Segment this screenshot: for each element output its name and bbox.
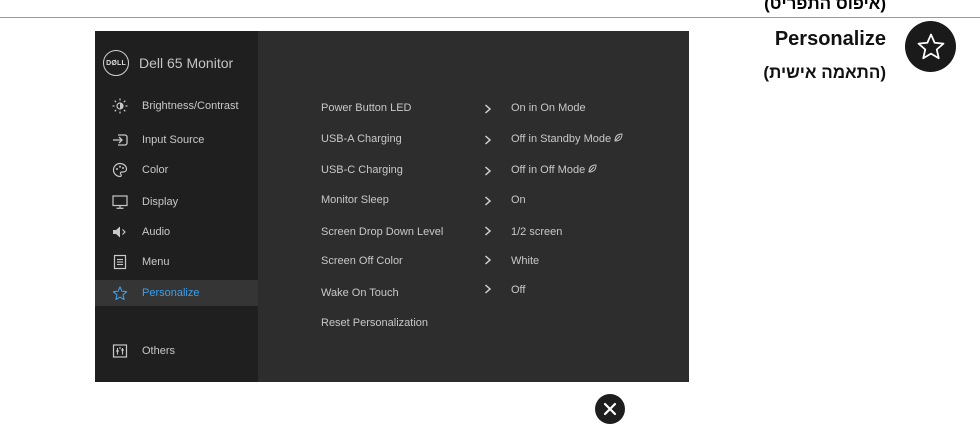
submenu-value: On: [511, 194, 526, 206]
chevron-right-icon[interactable]: [484, 226, 492, 236]
chevron-right-icon[interactable]: [484, 196, 492, 206]
submenu-label-reset-personalization[interactable]: Reset Personalization: [321, 317, 428, 329]
close-button[interactable]: [595, 394, 625, 424]
input-source-icon: [112, 132, 128, 148]
menu-item-brightness-contrast[interactable]: Brightness/Contrast: [95, 93, 258, 119]
leaf-icon: [614, 133, 623, 142]
speaker-icon: [112, 224, 128, 240]
personalize-star-icon: [905, 21, 956, 72]
submenu-value: On in On Mode: [511, 102, 586, 114]
top-divider: [0, 17, 980, 18]
menu-item-display[interactable]: Display: [95, 189, 258, 215]
submenu-value: Off: [511, 284, 526, 296]
menu-label: Menu: [142, 256, 170, 268]
submenu-label-usb-a-charging[interactable]: USB-A Charging: [321, 133, 402, 145]
chevron-right-icon[interactable]: [484, 284, 492, 294]
submenu-value: Off in Standby Mode: [511, 133, 623, 145]
chevron-right-icon[interactable]: [484, 104, 492, 114]
menu-label: Display: [142, 196, 179, 208]
menu-label: Color: [142, 164, 169, 176]
submenu-label-wake-on-touch[interactable]: Wake On Touch: [321, 287, 399, 299]
menu-label: Personalize: [142, 287, 200, 299]
submenu-label-screen-off-color[interactable]: Screen Off Color: [321, 255, 403, 267]
menu-label: Brightness/Contrast: [142, 100, 239, 112]
chevron-right-icon[interactable]: [484, 255, 492, 265]
submenu-value: 1/2 screen: [511, 226, 563, 238]
menu-item-input-source[interactable]: Input Source: [95, 127, 258, 153]
menu-item-menu[interactable]: Menu: [95, 249, 258, 275]
submenu-label-power-button-led[interactable]: Power Button LED: [321, 102, 412, 114]
star-icon: [112, 285, 128, 301]
submenu-value: White: [511, 255, 540, 267]
menu-item-personalize[interactable]: Personalize: [95, 280, 258, 306]
menu-item-others[interactable]: Others: [95, 338, 258, 364]
menu-item-color[interactable]: Color: [95, 157, 258, 183]
dell-logo: DØLL: [103, 50, 129, 76]
submenu-label-monitor-sleep[interactable]: Monitor Sleep: [321, 194, 389, 206]
monitor-name: Dell 65 Monitor: [139, 55, 234, 71]
color-palette-icon: [112, 162, 128, 178]
osd-sidebar: DØLL Dell 65 Monitor Brightness/Contrast…: [95, 31, 258, 382]
section-subtitle: (התאמה אישית): [763, 63, 886, 82]
top-heading: (איפוס התפריט): [764, 0, 886, 13]
submenu-label-screen-drop-down-level[interactable]: Screen Drop Down Level: [321, 226, 443, 238]
menu-label: Others: [142, 345, 176, 357]
submenu-value-text: Off in Standby Mode: [511, 133, 612, 145]
submenu-value: Off in Off Mode: [511, 164, 597, 176]
display-icon: [112, 194, 128, 210]
submenu-value-text: Off in Off Mode: [511, 164, 586, 176]
brightness-icon: [112, 98, 128, 114]
menu-icon: [112, 254, 128, 270]
close-icon: [603, 402, 617, 416]
osd-window: DØLL Dell 65 Monitor Brightness/Contrast…: [95, 31, 689, 382]
chevron-right-icon[interactable]: [484, 135, 492, 145]
others-icon: [112, 343, 128, 359]
section-title: Personalize: [774, 28, 886, 50]
leaf-icon: [588, 164, 597, 173]
menu-label: Input Source: [142, 134, 205, 146]
osd-brand: DØLL Dell 65 Monitor: [103, 50, 233, 76]
submenu-label-usb-c-charging[interactable]: USB-C Charging: [321, 164, 403, 176]
menu-label: Audio: [142, 226, 171, 238]
menu-item-audio[interactable]: Audio: [95, 219, 258, 245]
osd-content: [258, 31, 689, 382]
chevron-right-icon[interactable]: [484, 166, 492, 176]
